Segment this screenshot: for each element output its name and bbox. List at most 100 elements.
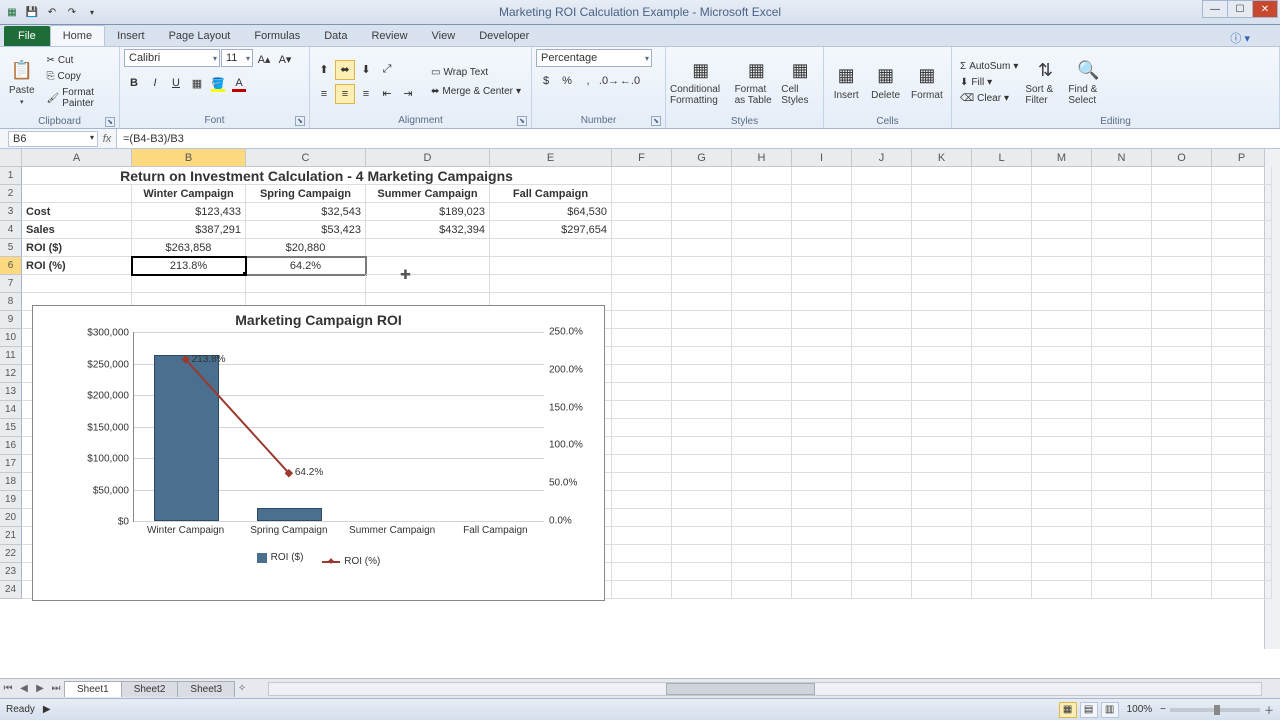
cell-M5[interactable]: [1032, 239, 1092, 257]
cell-L10[interactable]: [972, 329, 1032, 347]
cell-I10[interactable]: [792, 329, 852, 347]
cell-P6[interactable]: [1212, 257, 1272, 275]
cell-P1[interactable]: [1212, 167, 1272, 185]
cell-J10[interactable]: [852, 329, 912, 347]
cell-L23[interactable]: [972, 563, 1032, 581]
cell-I5[interactable]: [792, 239, 852, 257]
cell-I8[interactable]: [792, 293, 852, 311]
cell-G10[interactable]: [672, 329, 732, 347]
cell-I18[interactable]: [792, 473, 852, 491]
cell-M12[interactable]: [1032, 365, 1092, 383]
cell-L4[interactable]: [972, 221, 1032, 239]
save-icon[interactable]: 💾: [24, 4, 40, 20]
cell-H15[interactable]: [732, 419, 792, 437]
cell-I14[interactable]: [792, 401, 852, 419]
number-format-select[interactable]: Percentage: [536, 49, 652, 67]
cell-O18[interactable]: [1152, 473, 1212, 491]
cell-J20[interactable]: [852, 509, 912, 527]
number-dialog-icon[interactable]: ⬊: [651, 116, 661, 126]
cell-C5[interactable]: $20,880: [246, 239, 366, 257]
cell-O2[interactable]: [1152, 185, 1212, 203]
cell-G3[interactable]: [672, 203, 732, 221]
font-color-button[interactable]: A: [229, 73, 249, 93]
cell-G15[interactable]: [672, 419, 732, 437]
format-cells-button[interactable]: ▦Format: [907, 49, 947, 115]
fx-icon[interactable]: fx: [98, 133, 116, 145]
cell-O22[interactable]: [1152, 545, 1212, 563]
cell-B5[interactable]: $263,858: [132, 239, 246, 257]
cell-O11[interactable]: [1152, 347, 1212, 365]
sort-filter-button[interactable]: ⇅Sort & Filter: [1025, 49, 1065, 115]
cell-I16[interactable]: [792, 437, 852, 455]
bold-button[interactable]: B: [124, 73, 144, 93]
horizontal-scrollbar[interactable]: [268, 682, 1262, 696]
cell-L1[interactable]: [972, 167, 1032, 185]
cell-E5[interactable]: [490, 239, 612, 257]
cell-N18[interactable]: [1092, 473, 1152, 491]
cell-J6[interactable]: [852, 257, 912, 275]
cell-E6[interactable]: [490, 257, 612, 275]
cell-N13[interactable]: [1092, 383, 1152, 401]
indent-inc-icon[interactable]: ⇥: [398, 84, 418, 104]
cell-D2[interactable]: Summer Campaign: [366, 185, 490, 203]
cell-O19[interactable]: [1152, 491, 1212, 509]
cell-H11[interactable]: [732, 347, 792, 365]
align-right-icon[interactable]: ≡: [356, 84, 376, 104]
cell-M8[interactable]: [1032, 293, 1092, 311]
cell-K23[interactable]: [912, 563, 972, 581]
tab-developer[interactable]: Developer: [467, 26, 541, 46]
cell-H21[interactable]: [732, 527, 792, 545]
cell-I19[interactable]: [792, 491, 852, 509]
cell-O13[interactable]: [1152, 383, 1212, 401]
cell-G22[interactable]: [672, 545, 732, 563]
cell-C7[interactable]: [246, 275, 366, 293]
cell-L18[interactable]: [972, 473, 1032, 491]
shrink-font-icon[interactable]: A▾: [275, 49, 295, 69]
cell-A3[interactable]: Cost: [22, 203, 132, 221]
cell-N3[interactable]: [1092, 203, 1152, 221]
cell-N12[interactable]: [1092, 365, 1152, 383]
cell-P18[interactable]: [1212, 473, 1272, 491]
cell-P9[interactable]: [1212, 311, 1272, 329]
cell-P3[interactable]: [1212, 203, 1272, 221]
cell-J4[interactable]: [852, 221, 912, 239]
cell-K6[interactable]: [912, 257, 972, 275]
fill-button[interactable]: ⬇ Fill ▾: [956, 75, 1022, 90]
cell-J12[interactable]: [852, 365, 912, 383]
cell-P5[interactable]: [1212, 239, 1272, 257]
cell-I17[interactable]: [792, 455, 852, 473]
cell-N19[interactable]: [1092, 491, 1152, 509]
cell-L19[interactable]: [972, 491, 1032, 509]
cell-F19[interactable]: [612, 491, 672, 509]
autosum-button[interactable]: Σ AutoSum ▾: [956, 59, 1022, 74]
zoom-slider[interactable]: [1170, 708, 1260, 712]
cell-M4[interactable]: [1032, 221, 1092, 239]
cell-K4[interactable]: [912, 221, 972, 239]
tab-nav-next-icon[interactable]: ▶: [32, 683, 48, 694]
tab-view[interactable]: View: [420, 26, 468, 46]
cell-A4[interactable]: Sales: [22, 221, 132, 239]
cell-C2[interactable]: Spring Campaign: [246, 185, 366, 203]
cell-D4[interactable]: $432,394: [366, 221, 490, 239]
cell-H18[interactable]: [732, 473, 792, 491]
cell-L3[interactable]: [972, 203, 1032, 221]
font-dialog-icon[interactable]: ⬊: [295, 116, 305, 126]
cell-L16[interactable]: [972, 437, 1032, 455]
cell-N17[interactable]: [1092, 455, 1152, 473]
cell-N21[interactable]: [1092, 527, 1152, 545]
page-layout-view-icon[interactable]: ▤: [1080, 702, 1098, 718]
cell-H23[interactable]: [732, 563, 792, 581]
cell-I21[interactable]: [792, 527, 852, 545]
paste-button[interactable]: 📋Paste▾: [4, 49, 40, 115]
cell-K15[interactable]: [912, 419, 972, 437]
currency-icon[interactable]: $: [536, 71, 556, 91]
sheet-tab-2[interactable]: Sheet2: [121, 681, 179, 697]
align-left-icon[interactable]: ≡: [314, 84, 334, 104]
cell-N1[interactable]: [1092, 167, 1152, 185]
cell-M15[interactable]: [1032, 419, 1092, 437]
cell-O21[interactable]: [1152, 527, 1212, 545]
cell-A2[interactable]: [22, 185, 132, 203]
close-button[interactable]: ✕: [1252, 0, 1278, 18]
cell-J18[interactable]: [852, 473, 912, 491]
cell-N10[interactable]: [1092, 329, 1152, 347]
